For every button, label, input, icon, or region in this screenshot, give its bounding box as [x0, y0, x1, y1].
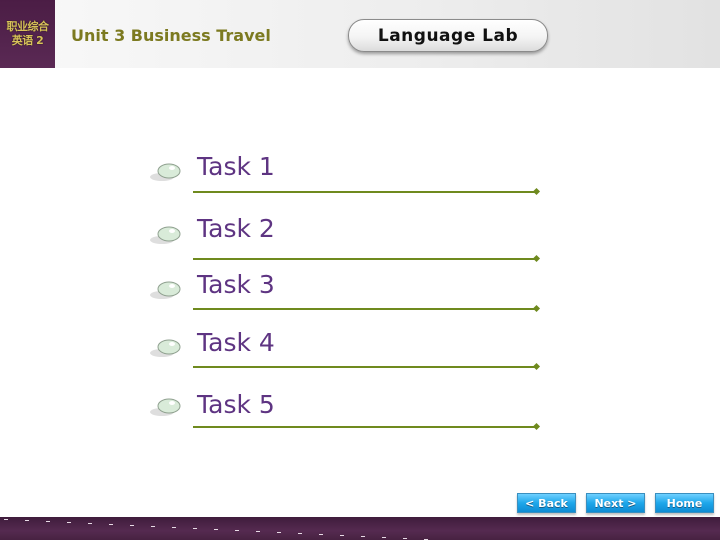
footer-dash-decoration: [109, 524, 113, 525]
home-button[interactable]: Home: [655, 493, 714, 513]
footer-dash-decoration: [361, 536, 365, 537]
footer-dash-decoration: [25, 520, 29, 521]
footer-dash-decoration: [4, 519, 8, 520]
footer-dash-decoration: [277, 532, 281, 533]
footer-dash-decoration: [46, 521, 50, 522]
task-label[interactable]: Task 1: [197, 152, 275, 182]
task-item-4[interactable]: Task 4: [0, 326, 720, 376]
task-label[interactable]: Task 3: [197, 270, 275, 300]
task-label[interactable]: Task 5: [197, 390, 275, 420]
task-underline: [193, 426, 535, 428]
language-lab-button[interactable]: Language Lab: [348, 19, 548, 52]
footer-dash-decoration: [319, 534, 323, 535]
footer-dash-decoration: [298, 533, 302, 534]
back-button-label: < Back: [525, 496, 568, 510]
footer-dash-decoration: [256, 531, 260, 532]
next-button[interactable]: Next >: [586, 493, 645, 513]
language-lab-label: Language Lab: [377, 25, 519, 46]
footer-dash-decoration: [235, 530, 239, 531]
next-button-label: Next >: [594, 496, 637, 510]
footer-dash-decoration: [67, 522, 71, 523]
header-bar: 职业综合 英语 2 Unit 3 Business Travel Languag…: [0, 0, 720, 68]
task-item-2[interactable]: Task 2: [0, 213, 720, 263]
footer-dash-decoration: [193, 528, 197, 529]
footer-dash-decoration: [340, 535, 344, 536]
task-label[interactable]: Task 2: [197, 214, 275, 244]
task-underline: [193, 308, 535, 310]
logo-line-1: 职业综合: [6, 20, 50, 33]
course-logo: 职业综合 英语 2: [0, 0, 55, 68]
task-label[interactable]: Task 4: [197, 328, 275, 358]
footer-dash-decoration: [151, 526, 155, 527]
back-button[interactable]: < Back: [517, 493, 576, 513]
task-underline: [193, 191, 535, 193]
droplet-bullet-icon: [150, 398, 181, 416]
home-button-label: Home: [666, 496, 703, 510]
footer-dash-decoration: [382, 537, 386, 538]
task-underline: [193, 258, 535, 260]
task-item-5[interactable]: Task 5: [0, 388, 720, 438]
task-item-1[interactable]: Task 1: [0, 150, 720, 200]
footer-dash-decoration: [172, 527, 176, 528]
task-item-3[interactable]: Task 3: [0, 268, 720, 318]
droplet-bullet-icon: [150, 339, 181, 357]
droplet-bullet-icon: [150, 226, 181, 244]
droplet-bullet-icon: [150, 281, 181, 299]
task-underline: [193, 366, 535, 368]
footer-bar: [0, 517, 720, 540]
footer-dash-decoration: [403, 538, 407, 539]
droplet-bullet-icon: [150, 163, 181, 181]
unit-title: Unit 3 Business Travel: [71, 26, 271, 45]
logo-line-2: 英语 2: [11, 34, 44, 47]
footer-dash-decoration: [88, 523, 92, 524]
footer-dash-decoration: [130, 525, 134, 526]
footer-dash-decoration: [214, 529, 218, 530]
